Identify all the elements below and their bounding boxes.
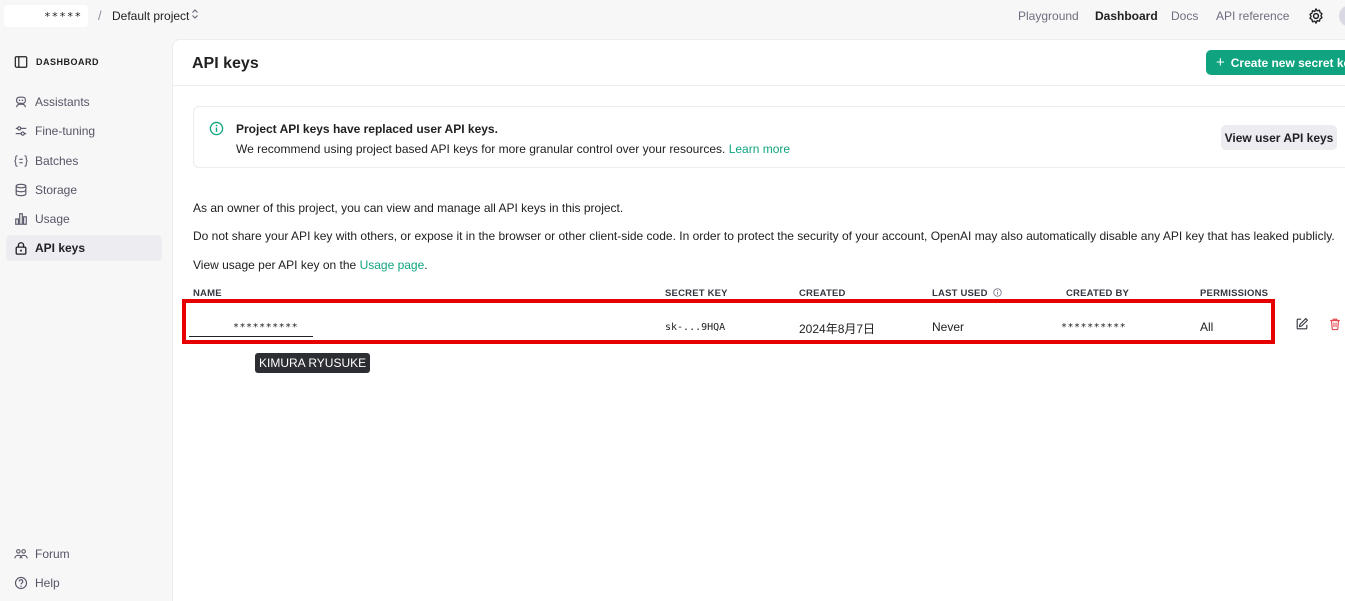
sliders-icon [15, 126, 27, 136]
sidebar-item-label: Storage [35, 183, 78, 197]
help-icon [14, 576, 28, 590]
notice-banner: Project API keys have replaced user API … [193, 106, 1345, 168]
column-header-created: CREATED [799, 288, 846, 299]
view-user-api-keys-button[interactable]: View user API keys [1221, 125, 1337, 150]
lock-icon [15, 242, 27, 255]
sidebar: DASHBOARD Assistants Fine-tuning Batches [0, 34, 171, 601]
sidebar-item-usage[interactable]: Usage [6, 206, 162, 232]
avatar[interactable] [1339, 5, 1345, 27]
sidebar-item-help[interactable]: Help [6, 570, 162, 596]
plus-icon: + [1216, 54, 1225, 71]
sidebar-item-label: Assistants [35, 95, 90, 109]
usage-page-link[interactable]: Usage page [360, 258, 425, 272]
sidebar-item-label: Batches [35, 154, 79, 168]
usage-text-prefix: View usage per API key on the [193, 258, 357, 272]
edit-icon[interactable] [1295, 317, 1309, 331]
ownership-text: As an owner of this project, you can vie… [193, 201, 624, 215]
column-header-permissions: PERMISSIONS [1200, 288, 1269, 299]
sidebar-item-forum[interactable]: Forum [6, 541, 162, 567]
info-icon[interactable] [993, 288, 1003, 297]
create-secret-key-label: Create new secret key [1230, 55, 1345, 70]
notice-title: Project API keys have replaced user API … [236, 122, 498, 136]
people-icon [14, 549, 28, 559]
sidebar-item-batches[interactable]: Batches [6, 148, 162, 174]
column-header-secret-key: SECRET KEY [665, 288, 728, 299]
column-header-last-used: LAST USED [932, 288, 1003, 299]
project-selector[interactable]: Default project [112, 9, 189, 23]
sidebar-item-fine-tuning[interactable]: Fine-tuning [6, 118, 162, 144]
sidebar-heading-label: DASHBOARD [36, 57, 99, 67]
sidebar-item-label: Help [35, 576, 60, 590]
main-panel: API keys + Create new secret key Project… [172, 39, 1345, 601]
column-header-last-used-label: LAST USED [932, 288, 988, 299]
trash-icon[interactable] [1328, 317, 1342, 331]
nav-api-reference[interactable]: API reference [1216, 9, 1289, 23]
assistant-icon [16, 96, 26, 108]
notice-text-container: We recommend using project based API key… [236, 142, 790, 156]
usage-text: View usage per API key on the Usage page… [193, 258, 428, 272]
tooltip: KIMURA RYUSUKE [255, 353, 371, 373]
column-header-created-by: CREATED BY [1066, 288, 1130, 299]
sidebar-item-label: Usage [35, 212, 70, 226]
highlight-box [182, 299, 1275, 344]
sidebar-item-storage[interactable]: Storage [6, 177, 162, 203]
org-name[interactable]: ***** [44, 10, 82, 23]
sidebar-item-label: Forum [35, 547, 70, 561]
usage-text-suffix: . [424, 258, 428, 272]
header-divider [173, 85, 1345, 86]
top-bar: ***** / Default project Playground Dashb… [0, 0, 1345, 34]
security-warning-text: Do not share your API key with others, o… [193, 229, 1335, 243]
notice-text: We recommend using project based API key… [236, 142, 726, 156]
batches-icon [14, 155, 28, 167]
panel-icon[interactable] [14, 55, 28, 69]
column-header-name: NAME [193, 288, 222, 299]
page-title: API keys [192, 55, 259, 72]
nav-docs[interactable]: Docs [1171, 9, 1198, 23]
learn-more-link[interactable]: Learn more [729, 142, 790, 156]
nav-dashboard[interactable]: Dashboard [1095, 9, 1158, 23]
nav-playground[interactable]: Playground [1018, 9, 1079, 23]
chevron-up-down-icon[interactable] [191, 8, 199, 20]
gear-icon[interactable] [1307, 7, 1325, 25]
sidebar-item-label: API keys [35, 241, 86, 255]
create-secret-key-button[interactable]: + Create new secret key [1206, 50, 1345, 75]
sidebar-item-api-keys[interactable]: API keys [6, 235, 162, 261]
breadcrumb-separator: / [98, 8, 102, 23]
sidebar-heading: DASHBOARD [14, 55, 99, 69]
sidebar-item-label: Fine-tuning [35, 124, 96, 138]
info-icon [209, 121, 224, 136]
database-icon [15, 183, 27, 197]
bar-chart-icon [15, 213, 27, 225]
sidebar-item-assistants[interactable]: Assistants [6, 89, 162, 115]
